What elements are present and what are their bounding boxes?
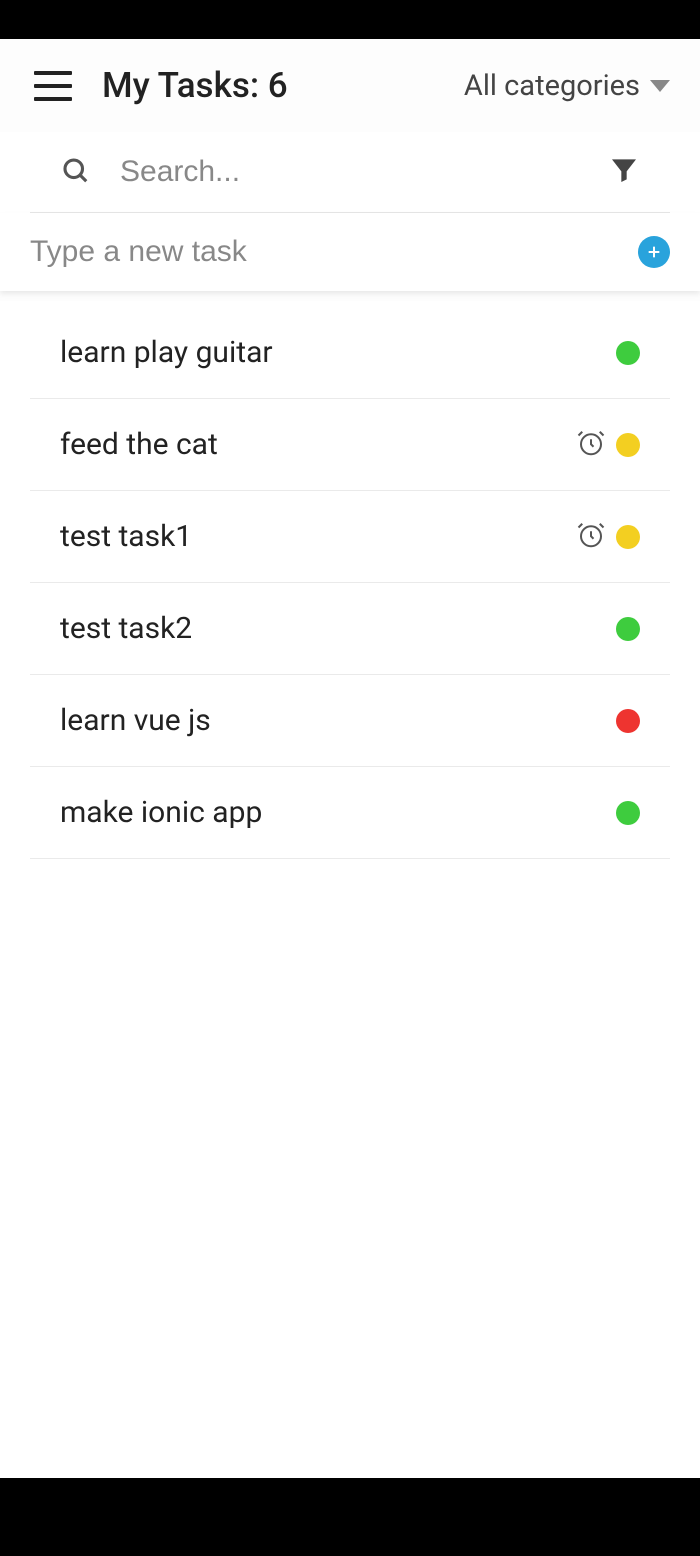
search-icon[interactable] [60,155,90,189]
category-dot [616,341,640,365]
new-task-row [0,213,700,291]
category-dot [616,525,640,549]
menu-icon[interactable] [34,71,72,101]
task-title: learn vue js [60,703,616,738]
task-title: make ionic app [60,795,616,830]
category-dropdown[interactable]: All categories [464,69,670,103]
new-task-input[interactable] [30,235,638,269]
search-row [30,132,670,213]
task-item[interactable]: learn play guitar [30,301,670,399]
chevron-down-icon [650,80,670,92]
task-item[interactable]: learn vue js [30,675,670,767]
app-header: My Tasks: 6 All categories [0,39,700,132]
task-title: test task2 [60,611,616,646]
category-dot [616,617,640,641]
category-dot [616,801,640,825]
page-title: My Tasks: 6 [102,65,464,106]
task-item[interactable]: test task1 [30,491,670,583]
search-input[interactable] [120,155,608,189]
filter-icon[interactable] [608,154,640,190]
task-list: learn play guitar feed the cat test task1 t… [0,301,700,859]
task-title: feed the cat [60,427,576,462]
task-item[interactable]: make ionic app [30,767,670,859]
task-title: test task1 [60,519,576,554]
category-label: All categories [464,69,640,103]
alarm-icon [576,520,606,554]
category-dot [616,709,640,733]
task-title: learn play guitar [60,335,616,370]
task-item[interactable]: test task2 [30,583,670,675]
category-dot [616,433,640,457]
add-task-button[interactable] [638,236,670,268]
alarm-icon [576,428,606,462]
task-item[interactable]: feed the cat [30,399,670,491]
content-area [0,859,700,1478]
